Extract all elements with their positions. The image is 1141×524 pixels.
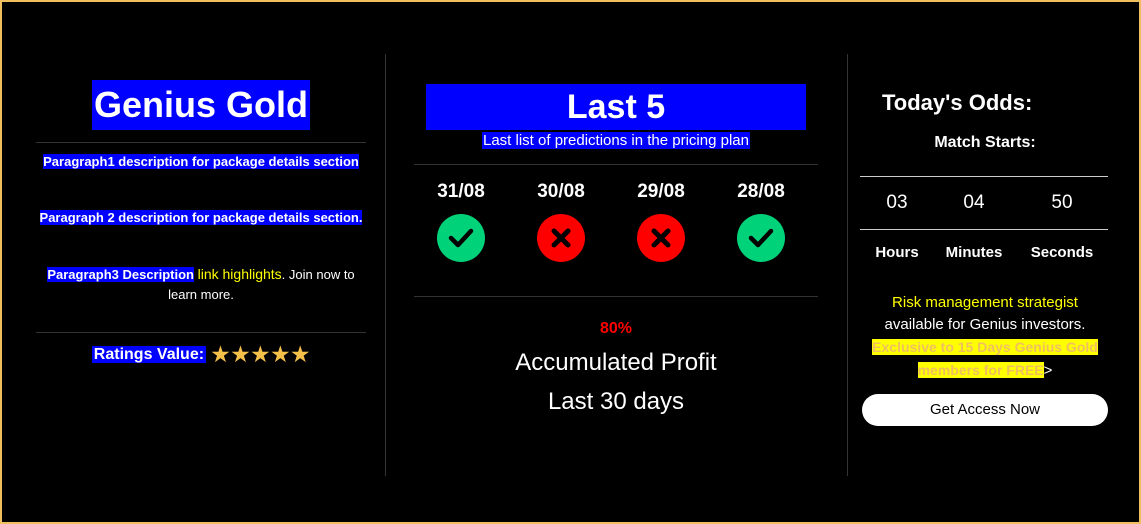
divider <box>860 176 1108 177</box>
seconds-label: Seconds <box>1030 244 1094 261</box>
arrow-icon: > <box>1043 362 1053 379</box>
countdown-seconds: 50 <box>1051 192 1073 213</box>
check-icon <box>437 214 485 262</box>
countdown-minutes: 04 <box>963 192 985 213</box>
plan-paragraph-1: Paragraph1 description for package detai… <box>36 152 366 172</box>
plan-title-wrap: Genius Gold <box>36 80 366 130</box>
ratings: Ratings Value: ★ ★ ★ ★ ★ <box>36 344 366 366</box>
countdown-hours: 03 <box>886 192 908 213</box>
divider <box>36 142 366 143</box>
prediction-date: 31/08 <box>437 181 485 202</box>
get-access-button[interactable]: Get Access Now <box>862 394 1108 426</box>
match-starts-label: Match Starts: <box>934 134 1036 151</box>
minutes-label: Minutes <box>945 244 1003 261</box>
highlight-link[interactable]: link highlights <box>198 266 282 282</box>
period-label: Last 30 days <box>547 388 685 415</box>
prediction-item: 28/08 <box>726 180 796 262</box>
star-icon: ★ <box>251 344 270 366</box>
x-icon <box>637 214 685 262</box>
paragraph-2-text: Paragraph 2 description for package deta… <box>39 210 363 225</box>
star-icon: ★ <box>231 344 250 366</box>
profit-percent: 80% <box>599 320 633 337</box>
last5-title: Last 5 <box>426 84 806 130</box>
x-icon <box>537 214 585 262</box>
exclusive-note: Exclusive to 15 Days Genius Gold members… <box>860 336 1110 382</box>
paragraph-1-text: Paragraph1 description for package detai… <box>43 154 359 169</box>
prediction-item: 31/08 <box>426 180 496 262</box>
risk-line-2: available for Genius investors. <box>884 316 1086 333</box>
divider <box>36 332 366 333</box>
check-icon <box>737 214 785 262</box>
prediction-date: 28/08 <box>737 181 785 202</box>
plan-title: Genius Gold <box>91 80 310 130</box>
last5-subtitle: Last list of predictions in the pricing … <box>482 132 750 149</box>
star-icon: ★ <box>271 344 290 366</box>
star-icon: ★ <box>211 344 230 366</box>
plan-paragraph-3: Paragraph3 Description link highlights. … <box>36 264 366 305</box>
odds-column: Today's Odds: Match Starts: 03 04 50 Hou… <box>860 54 1110 476</box>
hours-label: Hours <box>875 244 919 261</box>
plan-column: Genius Gold Paragraph1 description for p… <box>36 54 366 476</box>
risk-note: Risk management strategist available for… <box>860 292 1110 382</box>
star-icon: ★ <box>291 344 310 366</box>
column-divider-right <box>847 54 848 476</box>
last5-column: Last 5 Last list of predictions in the p… <box>414 54 818 476</box>
prediction-item: 29/08 <box>626 180 696 262</box>
plan-paragraph-2: Paragraph 2 description for package deta… <box>36 208 366 228</box>
last5-subtitle-wrap: Last list of predictions in the pricing … <box>414 132 818 150</box>
odds-title: Today's Odds: <box>882 90 1033 115</box>
prediction-date: 29/08 <box>637 181 685 202</box>
prediction-item: 30/08 <box>526 180 596 262</box>
divider <box>414 164 818 165</box>
divider <box>860 229 1108 230</box>
divider <box>414 296 818 297</box>
paragraph-3-text: Paragraph3 Description <box>47 267 194 282</box>
ratings-label: Ratings Value: <box>91 346 207 363</box>
risk-line-1: Risk management strategist <box>892 294 1078 311</box>
prediction-date: 30/08 <box>537 181 585 202</box>
column-divider-left <box>385 54 386 476</box>
rating-stars: ★ ★ ★ ★ ★ <box>211 344 311 366</box>
accumulated-profit-label: Accumulated Profit <box>515 349 717 376</box>
exclusive-text: Exclusive to 15 Days Genius Gold members… <box>872 339 1098 378</box>
